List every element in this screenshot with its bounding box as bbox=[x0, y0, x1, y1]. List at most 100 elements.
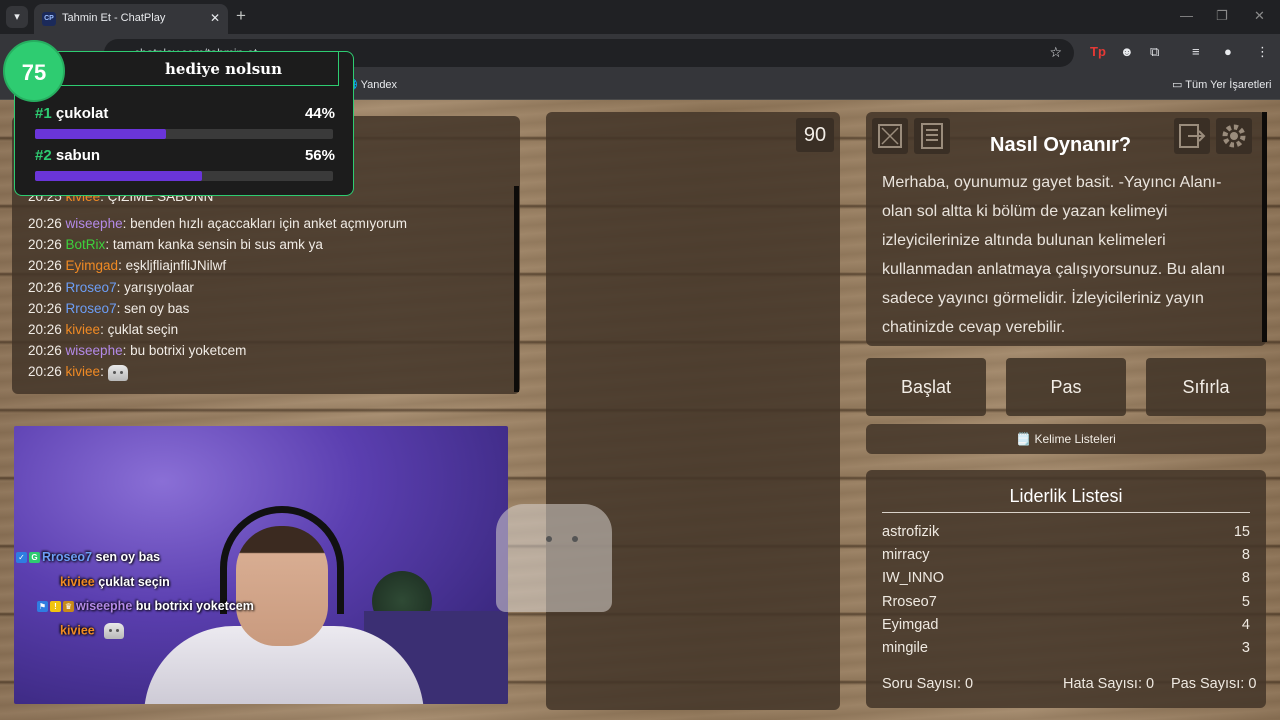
leaderboard-row: mingile 3 bbox=[882, 640, 1250, 656]
chat-text: : eşkljfliajnfliJNilwf bbox=[118, 258, 227, 274]
extension-face-icon[interactable]: ☻ bbox=[1120, 44, 1134, 59]
cat-emote-icon bbox=[104, 623, 125, 639]
bookmark-all-folder[interactable]: ▭ Tüm Yer İşaretleri bbox=[1172, 78, 1271, 91]
notes-button[interactable] bbox=[914, 118, 950, 154]
minimize-icon[interactable]: — bbox=[1180, 8, 1193, 23]
word-lists-button[interactable]: 🗒️ Kelime Listeleri bbox=[866, 424, 1266, 454]
chat-text: : çuklat seçin bbox=[100, 322, 179, 337]
exit-button[interactable] bbox=[1174, 118, 1210, 154]
cat-emote-icon bbox=[107, 364, 128, 381]
start-button[interactable]: Başlat bbox=[866, 358, 986, 416]
tab-close-icon[interactable]: ✕ bbox=[210, 11, 220, 25]
leaderboard-name: mingile bbox=[882, 640, 928, 656]
poll-bar-track bbox=[35, 129, 333, 139]
chat-text: : bbox=[100, 364, 104, 380]
poll-option-label: çukolat bbox=[55, 105, 109, 122]
chat-user: Rroseo7 bbox=[65, 279, 117, 295]
chat-scrollbar[interactable] bbox=[514, 186, 519, 392]
extensions-puzzle-icon[interactable]: ⧉ bbox=[1150, 44, 1159, 60]
settings-button[interactable] bbox=[1216, 118, 1252, 154]
poll-option-label: sabun bbox=[55, 147, 101, 164]
chat-line: 20:26 BotRix: tamam kanka sensin bi sus … bbox=[28, 237, 323, 252]
webcam-chat-text: bu botrixi yoketcem bbox=[132, 599, 254, 613]
pass-button[interactable]: Pas bbox=[1006, 358, 1126, 416]
webcam-chat-text: sen oy bas bbox=[92, 550, 161, 564]
tab-active[interactable]: CP Tahmin Et - ChatPlay ✕ bbox=[34, 4, 228, 34]
tab-strip: ▾ CP Tahmin Et - ChatPlay ✕ + — ❐ ✕ bbox=[0, 0, 1280, 34]
crown-badge-icon: ♛ bbox=[63, 601, 74, 613]
poll-percent: 44% bbox=[304, 105, 335, 122]
drawing-area[interactable] bbox=[546, 112, 840, 710]
poll-percent: 56% bbox=[304, 147, 335, 164]
leaderboard-name: Eyimgad bbox=[882, 616, 939, 633]
extension-tp-icon[interactable]: Tp bbox=[1090, 44, 1106, 59]
error-count: Hata Sayısı: 0 bbox=[1063, 676, 1155, 692]
webcam-chat-user: wiseephe bbox=[76, 599, 133, 613]
subscriber-badge-icon: G bbox=[29, 552, 40, 564]
chat-time: 20:26 bbox=[28, 258, 66, 274]
verified-badge-icon: ✓ bbox=[16, 552, 27, 564]
chat-user: wiseephe bbox=[65, 216, 123, 231]
chat-line: 20:26 wiseephe: benden hızlı açaccakları… bbox=[28, 216, 407, 231]
chat-user: BotRix bbox=[65, 237, 106, 253]
leaderboard-name: astrofizik bbox=[882, 524, 940, 540]
moderator-badge-icon: ⚑ bbox=[37, 601, 48, 613]
bookmark-star-icon[interactable]: ☆ bbox=[1049, 44, 1062, 61]
leaderboard-score: 5 bbox=[1241, 593, 1250, 610]
poll-title: hediye nolsun bbox=[165, 60, 282, 78]
chat-time: 20:26 bbox=[28, 237, 66, 253]
leaderboard-score: 15 bbox=[1233, 524, 1250, 540]
chat-time: 20:26 bbox=[28, 300, 66, 316]
leaderboard-title: Liderlik Listesi bbox=[1009, 486, 1123, 506]
reset-button[interactable]: Sıfırla bbox=[1146, 358, 1266, 416]
leaderboard-name: Rroseo7 bbox=[882, 593, 937, 610]
word-lists-label: Kelime Listeleri bbox=[1034, 432, 1116, 446]
chat-line: 20:26 kiviee: bbox=[28, 364, 128, 381]
chat-text: : yarışıyolaar bbox=[116, 279, 194, 295]
webcam-chat-line: ⚑! ♛ wiseephe bu botrixi yoketcem bbox=[37, 599, 254, 613]
leaderboard-row: IW_INNO 8 bbox=[882, 570, 1250, 586]
chat-text: : benden hızlı açaccakları için anket aç… bbox=[122, 216, 407, 231]
leaderboard-row: mirracy 8 bbox=[882, 547, 1250, 563]
fullscreen-button[interactable] bbox=[872, 118, 908, 154]
chat-user: kiviee bbox=[65, 364, 101, 380]
chat-line: 20:26 Rroseo7: yarışıyolaar bbox=[28, 280, 194, 295]
poll-overlay: hediye nolsun 75 #1 çukolat 44% #2 sabun 56… bbox=[3, 40, 354, 196]
media-control-icon[interactable]: ≡ bbox=[1192, 44, 1200, 59]
howto-scrollbar[interactable] bbox=[1262, 112, 1267, 342]
chat-time: 20:26 bbox=[28, 322, 66, 337]
fullscreen-icon bbox=[878, 124, 902, 148]
webcam-chat-user: Rroseo7 bbox=[42, 550, 93, 564]
chat-line: 20:26 Eyimgad: eşkljfliajnfliJNilwf bbox=[28, 258, 226, 273]
leaderboard-panel: Liderlik Listesi astrofizik 15 mirracy 8 IW_… bbox=[866, 470, 1266, 708]
poll-rank: #1 bbox=[35, 105, 56, 122]
tab-search-button[interactable]: ▾ bbox=[6, 6, 28, 28]
howto-text: Merhaba, oyunumuz gayet basit. -Yayıncı … bbox=[882, 174, 1226, 336]
round-counter: 90 bbox=[796, 118, 834, 152]
profile-avatar-icon[interactable]: ● bbox=[1224, 44, 1232, 59]
chat-user: wiseephe bbox=[65, 343, 123, 359]
chat-line: 20:26 Rroseo7: sen oy bas bbox=[28, 301, 189, 316]
chat-user: Rroseo7 bbox=[65, 300, 117, 316]
howto-panel: Nasıl Oynanır? Merhaba, oyunumuz gayet b… bbox=[866, 112, 1266, 346]
close-window-icon[interactable]: ✕ bbox=[1254, 8, 1265, 24]
pass-count: Pas Sayısı: 0 bbox=[1171, 676, 1257, 692]
leaderboard-row: Eyimgad 4 bbox=[882, 617, 1250, 633]
gear-icon bbox=[1222, 124, 1246, 148]
leaderboard-row: astrofizik 15 bbox=[882, 524, 1250, 540]
browser-menu-icon[interactable]: ⋮ bbox=[1256, 44, 1269, 60]
poll-option: #2 sabun 56% bbox=[35, 147, 335, 181]
cat-sticker bbox=[496, 504, 612, 612]
webcam-chat-line: kiviee çuklat seçin bbox=[60, 575, 170, 589]
tab-title: Tahmin Et - ChatPlay bbox=[62, 12, 166, 24]
chat-line: 20:26 wiseephe: bu botrixi yoketcem bbox=[28, 343, 246, 358]
maximize-icon[interactable]: ❐ bbox=[1216, 8, 1228, 24]
howto-title: Nasıl Oynanır? bbox=[990, 134, 1132, 156]
leaderboard-name: IW_INNO bbox=[882, 570, 945, 587]
chat-text: : tamam kanka sensin bi sus amk ya bbox=[105, 237, 323, 253]
exit-icon bbox=[1179, 124, 1206, 148]
webcam-chat-line: ✓ G Rroseo7 sen oy bas bbox=[16, 550, 160, 564]
new-tab-button[interactable]: + bbox=[236, 6, 246, 26]
chat-user: Eyimgad bbox=[65, 258, 119, 274]
poll-rank: #2 bbox=[35, 147, 56, 164]
